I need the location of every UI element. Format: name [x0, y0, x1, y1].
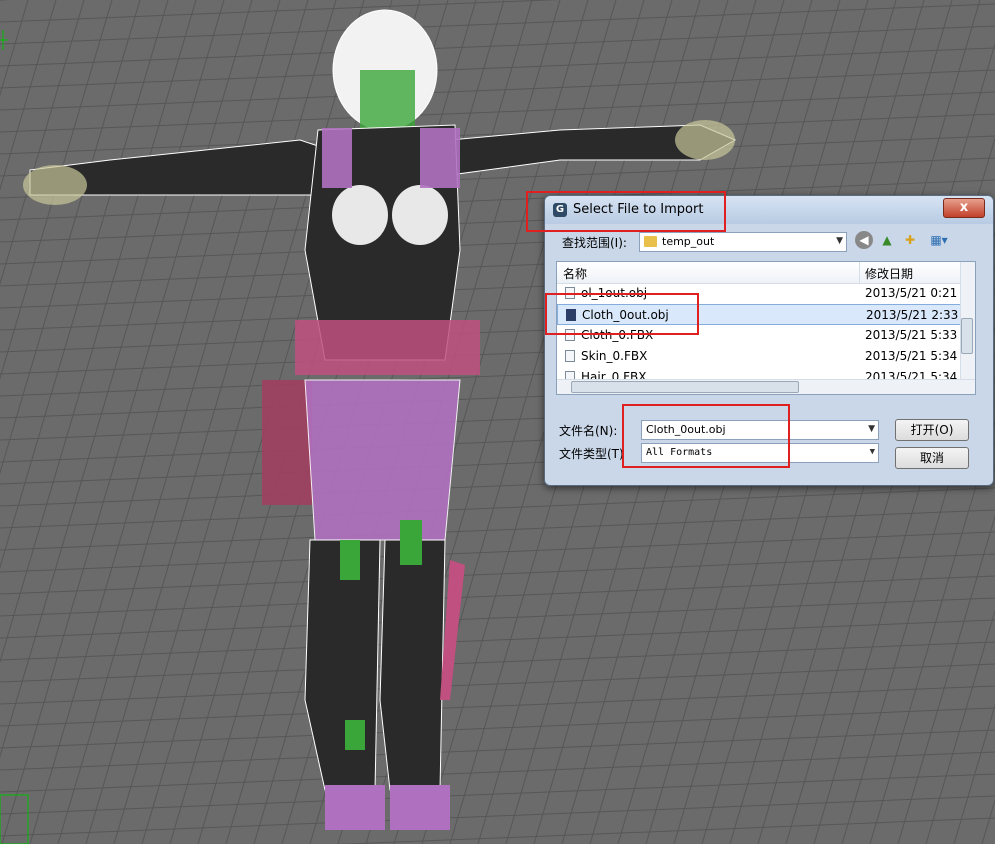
new-folder-icon[interactable]: ✚ [901, 231, 919, 249]
back-icon[interactable]: ◀ [855, 231, 873, 249]
close-button[interactable]: x [943, 198, 985, 218]
vertical-scrollbar[interactable] [960, 262, 975, 380]
chevron-down-icon[interactable]: ▼ [868, 424, 875, 434]
filename-highlight-box [622, 404, 790, 468]
horizontal-scrollbar[interactable] [557, 379, 975, 394]
lookin-label: 查找范围(I): [562, 236, 627, 250]
file-highlight-box [545, 293, 699, 335]
chevron-down-icon[interactable]: ▼ [836, 236, 843, 246]
lookin-combobox[interactable]: temp_out ▼ [639, 232, 847, 252]
filename-label: 文件名(N): [559, 424, 618, 438]
up-folder-icon[interactable]: ▲ [878, 231, 896, 249]
lookin-value: temp_out [662, 235, 715, 248]
list-header: 名称 修改日期 [557, 262, 961, 284]
file-date: 2013/5/21 5:34 [865, 349, 958, 363]
chevron-down-icon[interactable]: ▼ [870, 447, 875, 457]
file-date: 2013/5/21 5:33 [865, 328, 958, 342]
open-button[interactable]: 打开(O) [895, 419, 969, 441]
folder-icon [644, 236, 657, 247]
file-date: 2013/5/21 0:21 [865, 286, 958, 300]
column-name[interactable]: 名称 [563, 265, 587, 282]
file-row[interactable]: Skin_0.FBX 2013/5/21 5:34 [557, 346, 963, 367]
file-icon [565, 350, 575, 362]
cancel-button[interactable]: 取消 [895, 447, 969, 469]
file-date: 2013/5/21 2:33 [866, 308, 959, 322]
filetype-label: 文件类型(T) [559, 447, 624, 461]
title-highlight-box [526, 191, 726, 232]
column-modified[interactable]: 修改日期 [865, 265, 913, 282]
file-name: Skin_0.FBX [581, 349, 648, 363]
view-menu-icon[interactable]: ▦▾ [925, 231, 953, 249]
